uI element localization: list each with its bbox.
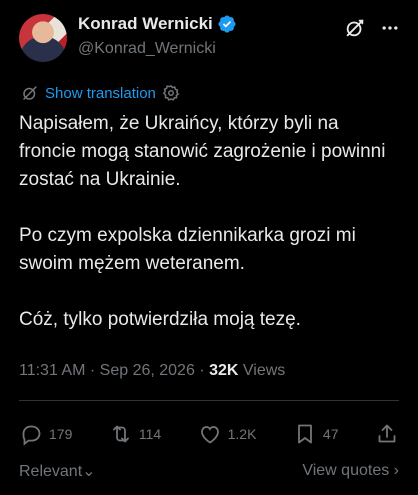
- share-button[interactable]: [375, 422, 399, 446]
- repost-button[interactable]: 114: [109, 422, 161, 446]
- show-translation-link[interactable]: Show translation: [45, 85, 156, 102]
- show-translation-row[interactable]: Show translation: [21, 84, 180, 102]
- views-label: Views: [242, 362, 286, 379]
- sort-relevant-dropdown[interactable]: Relevant⌄: [19, 461, 96, 481]
- more-options-icon[interactable]: [380, 18, 400, 38]
- heart-icon: [200, 426, 219, 444]
- view-quotes-label: View quotes: [302, 462, 390, 479]
- grok-icon[interactable]: [344, 17, 366, 39]
- avatar[interactable]: [19, 14, 67, 62]
- chevron-right-icon: ›: [393, 462, 399, 479]
- views-count[interactable]: 32K: [209, 362, 238, 379]
- tweet-date[interactable]: Sep 26, 2026: [100, 362, 195, 379]
- tweet-paragraph: Cóż, tylko potwierdziła moją tezę.: [19, 309, 301, 330]
- like-count: 1.2K: [227, 426, 257, 442]
- action-bar: 179 114 1.2K 47: [19, 420, 399, 448]
- reply-button[interactable]: 179: [19, 422, 72, 446]
- tweet-time[interactable]: 11:31 AM: [19, 362, 85, 379]
- sort-relevant-label: Relevant: [19, 463, 83, 480]
- meta-separator: ·: [89, 362, 96, 379]
- verified-badge-icon: [218, 15, 236, 33]
- bookmark-count: 47: [322, 426, 339, 442]
- chevron-down-icon: ⌄: [82, 463, 96, 480]
- replies-sort-row: Relevant⌄ View quotes ›: [19, 460, 399, 482]
- meta-separator: ·: [199, 362, 205, 379]
- view-quotes-link[interactable]: View quotes ›: [302, 462, 399, 480]
- settings-gear-icon[interactable]: [162, 84, 180, 102]
- reply-count: 179: [49, 426, 73, 442]
- grok-translate-icon: [23, 86, 37, 100]
- share-icon: [378, 424, 396, 443]
- tweet-meta: 11:31 AM · Sep 26, 2026 · 32K Views: [19, 362, 285, 380]
- tweet-paragraph: Po czym expolska dziennikarka grozi mi s…: [19, 225, 356, 274]
- reply-icon: [22, 425, 41, 446]
- author-name[interactable]: Konrad Wernicki: [78, 14, 213, 34]
- tweet-paragraph: Napisałem, że Ukraińcy, którzy byli na f…: [19, 113, 386, 190]
- repost-icon: [112, 425, 129, 443]
- bookmark-button[interactable]: 47: [293, 422, 339, 446]
- author-handle[interactable]: @Konrad_Wernicki: [78, 40, 216, 58]
- repost-count: 114: [138, 426, 162, 442]
- like-button[interactable]: 1.2K: [198, 422, 257, 446]
- author-name-row[interactable]: Konrad Wernicki: [78, 14, 237, 34]
- bookmark-icon: [298, 424, 312, 444]
- tweet-text: Napisałem, że Ukraińcy, którzy byli na f…: [19, 110, 399, 334]
- divider: [19, 400, 399, 401]
